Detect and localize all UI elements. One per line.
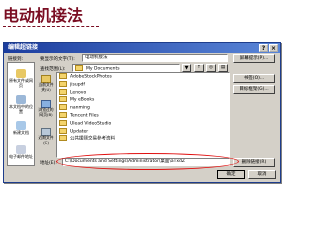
file-name: 公共援颐交易参考资料 xyxy=(70,136,115,142)
list-item[interactable]: My eBooks xyxy=(57,96,229,104)
list-item[interactable]: Lenovo xyxy=(57,88,229,97)
browse-web-icon[interactable]: ◎ xyxy=(206,64,216,72)
list-item[interactable]: jisupdf xyxy=(57,80,229,89)
folder-icon xyxy=(59,88,67,95)
list-item[interactable]: AdobeStockPhotos xyxy=(57,73,229,81)
list-item[interactable]: Ulead VideoStudio xyxy=(57,119,229,128)
screentip-button[interactable]: 屏幕提示(P)... xyxy=(233,54,275,63)
link-email-item[interactable]: 电子邮件地址 xyxy=(8,145,34,159)
browse-file-icon[interactable]: ▤ xyxy=(218,64,228,72)
help-button[interactable]: ? xyxy=(259,44,268,52)
file-name: Updater xyxy=(70,129,89,135)
remove-link-button[interactable]: 删除链接(R) xyxy=(233,158,275,167)
folder-icon xyxy=(59,80,67,87)
category-browsed-pages-label: 浏览过的网页(B) xyxy=(38,107,54,117)
display-text-input[interactable]: 电动机接法 xyxy=(82,54,228,62)
folder-icon xyxy=(59,104,67,111)
document-title: 电动机接法 xyxy=(3,6,84,25)
category-recent-files-label: 近期文件(C) xyxy=(38,135,54,145)
new-document-icon xyxy=(16,121,26,130)
folder-icon xyxy=(59,111,67,118)
folder-icon xyxy=(59,127,67,134)
link-existing-file-item[interactable]: 原有文件或网页 xyxy=(8,69,34,88)
dialog-titlebar: 编辑超链接 ? × xyxy=(4,43,280,53)
link-new-document-label: 新建文档 xyxy=(13,130,29,135)
folder-icon xyxy=(59,96,67,103)
file-name: Lenovo xyxy=(70,90,87,96)
target-frame-button[interactable]: 目标框架(G)... xyxy=(233,85,275,94)
file-name: Ulead VideoStudio xyxy=(70,121,112,127)
file-web-icon xyxy=(16,69,26,78)
link-this-document-label: 本文档中的位置 xyxy=(9,104,33,114)
category-current-folder-label: 当前文件夹(U) xyxy=(38,82,54,92)
bookmark-button[interactable]: 书签(O)... xyxy=(233,74,275,83)
look-in-value: My Documents xyxy=(86,66,120,72)
file-name: My eBooks xyxy=(70,97,95,103)
category-recent-files[interactable]: 近期文件(C) xyxy=(37,128,55,145)
look-in-select[interactable]: My Documents xyxy=(72,64,180,72)
look-in-dropdown-chevron-icon[interactable]: ▼ xyxy=(182,64,191,72)
up-folder-icon[interactable]: ↑ xyxy=(194,64,204,72)
list-item[interactable]: nanming xyxy=(57,104,229,112)
cancel-button[interactable]: 取消 xyxy=(248,170,276,179)
document-title-underline xyxy=(3,26,99,27)
ok-button[interactable]: 确定 xyxy=(217,170,245,179)
folder-icon xyxy=(59,119,67,126)
display-text-label: 要显示的文字(T): xyxy=(40,57,75,62)
category-current-folder[interactable]: 当前文件夹(U) xyxy=(37,75,55,92)
link-to-label: 链接到: xyxy=(8,57,24,62)
file-name: nanming xyxy=(70,105,90,111)
link-existing-file-label: 原有文件或网页 xyxy=(9,78,33,88)
file-name: AdobeStockPhotos xyxy=(70,74,112,80)
link-this-document-item[interactable]: 本文档中的位置 xyxy=(8,95,34,114)
list-item[interactable]: 公共援颐交易参考资料 xyxy=(57,135,229,143)
file-list[interactable]: AdobeStockPhotos jisupdf Lenovo My eBook… xyxy=(56,72,230,158)
category-browsed-pages[interactable]: 浏览过的网页(B) xyxy=(37,100,55,117)
list-item[interactable]: Tencent Files xyxy=(57,111,229,120)
document-place-icon xyxy=(16,95,26,104)
file-name: jisupdf xyxy=(70,82,85,88)
close-button[interactable]: × xyxy=(269,44,278,52)
folder-icon xyxy=(59,135,67,142)
link-to-bar: 原有文件或网页 本文档中的位置 新建文档 电子邮件地址 xyxy=(7,62,35,166)
email-icon xyxy=(16,145,26,154)
link-new-document-item[interactable]: 新建文档 xyxy=(8,121,34,135)
red-highlight-ellipse xyxy=(56,153,239,170)
address-label: 地址(E): xyxy=(40,161,57,166)
list-item[interactable]: Updater xyxy=(57,127,229,136)
folder-icon xyxy=(59,73,67,79)
dialog-title: 编辑超链接 xyxy=(8,44,39,51)
link-email-label: 电子邮件地址 xyxy=(9,154,33,159)
folder-icon xyxy=(75,65,83,71)
file-name: Tencent Files xyxy=(70,113,99,119)
